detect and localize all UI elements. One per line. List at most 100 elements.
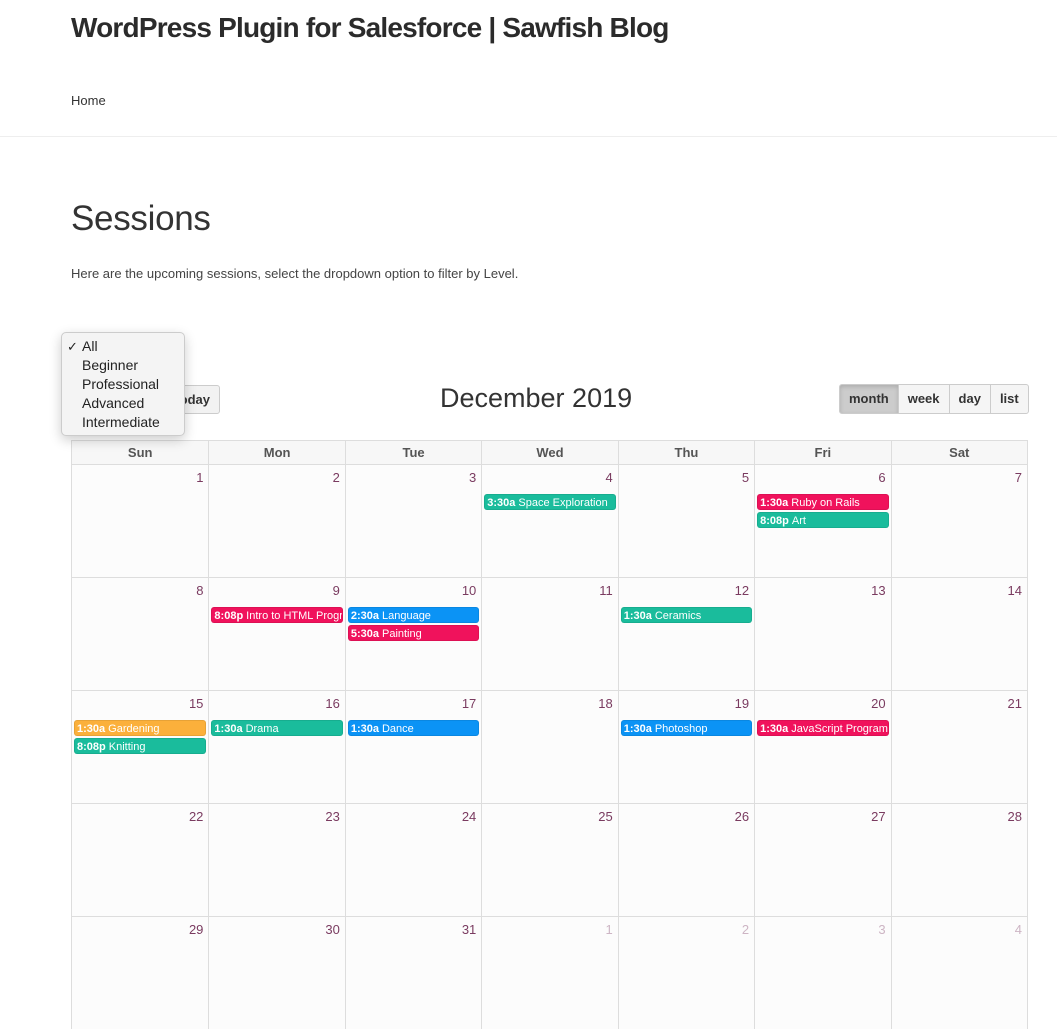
day-cell[interactable]: 15 1:30a Gardening 8:08p Knitting [72,691,209,803]
day-number[interactable]: 29 [189,922,203,937]
day-number[interactable]: 1 [196,470,203,485]
day-cell[interactable]: 16 1:30a Drama [208,691,345,803]
day-number[interactable]: 17 [462,696,476,711]
calendar-event[interactable]: 8:08pIntro to HTML Programming [211,607,343,623]
day-cell[interactable]: 11 [481,578,618,690]
day-cell[interactable]: 5 [617,465,755,577]
day-cell[interactable]: 23 [208,804,345,916]
day-cell[interactable]: 22 [72,804,209,916]
day-cell[interactable]: 25 [481,804,618,916]
calendar-event[interactable]: 1:30a Dance [347,720,480,736]
day-cell[interactable]: 4 3:30a Space Exploration [481,465,618,577]
calendar-event[interactable]: 1:30a Photoshop [620,720,753,736]
calendar-event[interactable]: 3:30a Space Exploration [484,494,616,510]
day-number[interactable]: 6 [878,470,885,485]
calendar-event[interactable]: 8:08p Knitting [74,738,207,754]
nav-link-home[interactable]: Home [71,93,106,108]
day-number[interactable]: 24 [462,809,476,824]
day-cell[interactable]: 18 [481,691,618,803]
day-number[interactable]: 11 [599,583,613,598]
day-number[interactable]: 31 [462,922,476,937]
day-number[interactable]: 1 [605,922,612,937]
day-cell[interactable]: 20 1:30aJavaScript Programming [754,691,891,803]
day-cell[interactable]: 4 [890,917,1027,1029]
calendar-event[interactable]: 2:30a Language [347,607,480,623]
view-week-button[interactable]: week [897,384,950,414]
day-cell[interactable]: 29 [72,917,209,1029]
day-cell[interactable]: 31 [344,917,482,1029]
day-cell[interactable]: 14 [890,578,1027,690]
calendar-event[interactable]: 1:30a Ceramics [620,607,753,623]
day-cell[interactable]: 17 1:30a Dance [344,691,482,803]
dropdown-option-all[interactable]: ✓ All [62,337,184,356]
day-cell[interactable]: 30 [208,917,345,1029]
day-number[interactable]: 5 [742,470,749,485]
day-number[interactable]: 10 [462,583,476,598]
dropdown-option-intermediate[interactable]: Intermediate [62,413,184,432]
dropdown-option-professional[interactable]: Professional [62,375,184,394]
day-number[interactable]: 3 [469,470,476,485]
dropdown-option-beginner[interactable]: Beginner [62,356,184,375]
day-number[interactable]: 3 [878,922,885,937]
day-cell[interactable]: 28 [890,804,1027,916]
header-divider [0,136,1057,137]
level-filter-dropdown[interactable]: ✓ All Beginner Professional Advanced Inte… [61,332,185,436]
day-number[interactable]: 8 [196,583,203,598]
day-cell[interactable]: 21 [890,691,1027,803]
day-number[interactable]: 19 [735,696,749,711]
day-number[interactable]: 22 [189,809,203,824]
site-title[interactable]: WordPress Plugin for Salesforce | Sawfis… [71,12,669,44]
day-cell[interactable]: 2 [208,465,345,577]
day-cell[interactable]: 27 [754,804,891,916]
day-cell[interactable]: 6 1:30a Ruby on Rails 8:08p Art [754,465,891,577]
day-number[interactable]: 13 [871,583,885,598]
day-cell[interactable]: 3 [344,465,482,577]
day-cell[interactable]: 10 2:30a Language 5:30a Painting [344,578,482,690]
day-cell[interactable]: 3 [754,917,891,1029]
calendar-event[interactable]: 1:30a Ruby on Rails [757,494,889,510]
day-number[interactable]: 7 [1015,470,1022,485]
day-number[interactable]: 2 [742,922,749,937]
day-number[interactable]: 4 [1015,922,1022,937]
day-cell[interactable]: 24 [344,804,482,916]
calendar-event[interactable]: 1:30aJavaScript Programming [757,720,889,736]
day-cell[interactable]: 9 8:08pIntro to HTML Programming [208,578,345,690]
calendar-event[interactable]: 5:30a Painting [347,625,480,641]
day-cell[interactable]: 26 [617,804,755,916]
day-number[interactable]: 14 [1008,583,1022,598]
calendar-event[interactable]: 1:30a Drama [211,720,343,736]
day-number[interactable]: 30 [325,922,339,937]
day-number[interactable]: 18 [598,696,612,711]
day-cell[interactable]: 13 [754,578,891,690]
day-number[interactable]: 20 [871,696,885,711]
day-number[interactable]: 16 [325,696,339,711]
day-number[interactable]: 25 [598,809,612,824]
day-cell[interactable]: 19 1:30a Photoshop [617,691,755,803]
day-cell[interactable]: 1 [481,917,618,1029]
event-list: 1:30aJavaScript Programming [757,720,889,738]
day-cell[interactable]: 12 1:30a Ceramics [617,578,755,690]
calendar-event[interactable]: 8:08p Art [757,512,889,528]
day-number[interactable]: 28 [1008,809,1022,824]
day-cell[interactable]: 2 [617,917,755,1029]
event-time: 8:08p [760,515,789,527]
week-row: 22 23 24 25 26 27 28 [71,803,1028,916]
day-cell[interactable]: 7 [890,465,1027,577]
calendar-event[interactable]: 1:30a Gardening [74,720,207,736]
day-number[interactable]: 27 [871,809,885,824]
view-list-button[interactable]: list [989,384,1029,414]
view-day-button[interactable]: day [948,384,991,414]
day-number[interactable]: 12 [735,583,749,598]
day-number[interactable]: 23 [325,809,339,824]
day-number[interactable]: 15 [189,696,203,711]
dropdown-option-advanced[interactable]: Advanced [62,394,184,413]
day-number[interactable]: 21 [1008,696,1022,711]
day-cell[interactable]: 1 [72,465,209,577]
week-row: 29 30 31 1 2 3 4 [71,916,1028,1029]
day-number[interactable]: 9 [333,583,340,598]
day-cell[interactable]: 8 [72,578,209,690]
day-number[interactable]: 26 [735,809,749,824]
day-number[interactable]: 2 [333,470,340,485]
day-number[interactable]: 4 [605,470,612,485]
view-month-button[interactable]: month [839,384,899,414]
